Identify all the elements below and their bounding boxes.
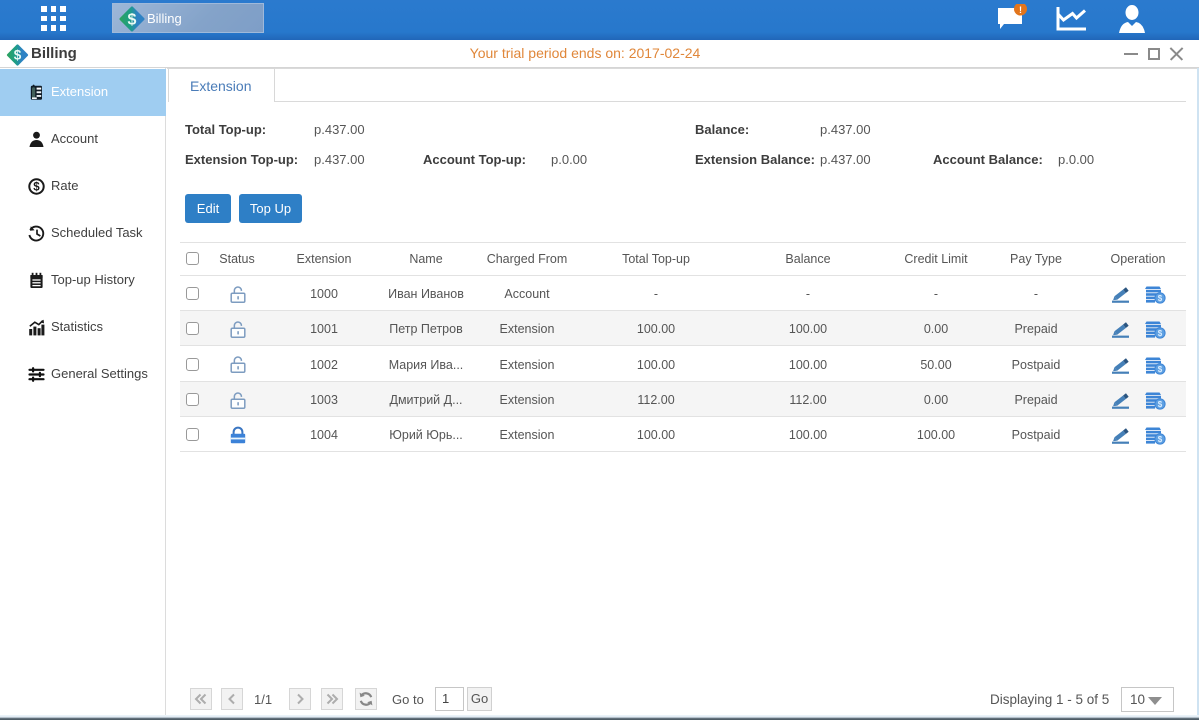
svg-text:$: $ bbox=[1158, 435, 1163, 444]
svg-text:!: ! bbox=[1019, 5, 1022, 15]
svg-text:$: $ bbox=[1158, 400, 1163, 409]
svg-text:$: $ bbox=[33, 182, 40, 194]
svg-text:$: $ bbox=[1158, 365, 1163, 374]
svg-text:$: $ bbox=[128, 12, 137, 29]
svg-text:$: $ bbox=[1158, 329, 1163, 338]
svg-text:$: $ bbox=[1158, 294, 1163, 303]
